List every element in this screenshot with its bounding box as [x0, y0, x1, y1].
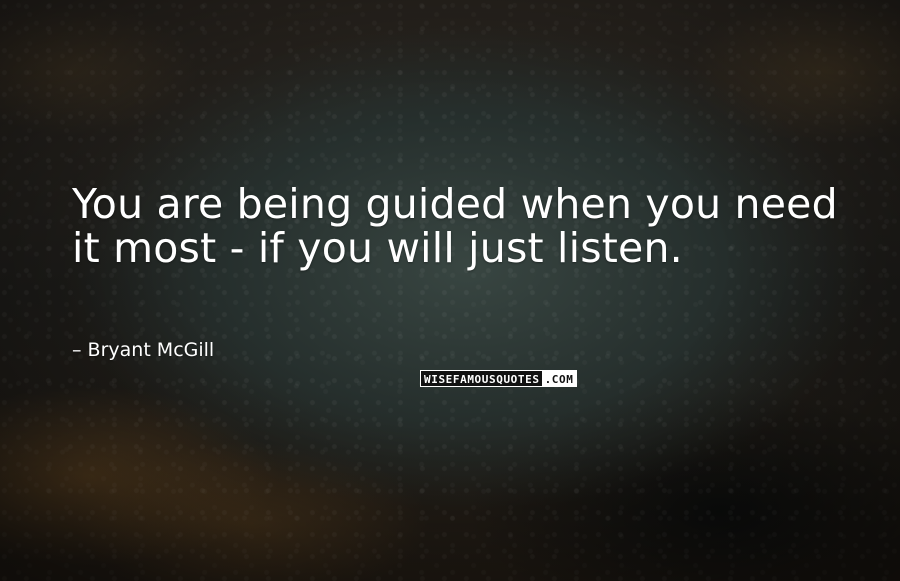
author-line: – Bryant McGill	[72, 338, 214, 362]
watermark-part1: WISEFAMOUSQUOTES	[420, 370, 542, 387]
background-texture	[0, 0, 900, 581]
author-dash: –	[72, 339, 88, 361]
watermark-logo: WISEFAMOUSQUOTES .COM	[420, 370, 578, 387]
quote-text: You are being guided when you need it mo…	[72, 180, 838, 272]
quote-card: You are being guided when you need it mo…	[0, 0, 900, 581]
author-name: Bryant McGill	[87, 339, 215, 361]
watermark-part2: .COM	[541, 370, 578, 387]
background-vignette	[0, 0, 900, 581]
